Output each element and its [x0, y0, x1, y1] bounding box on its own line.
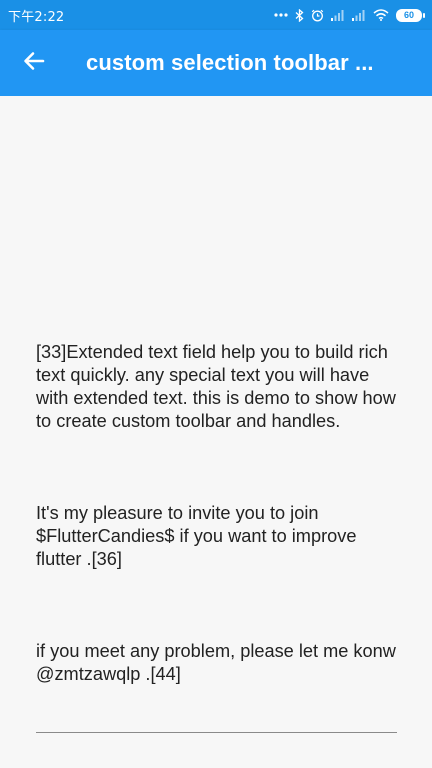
status-time: 下午2:22 [8, 9, 65, 25]
status-bar: 下午2:22 60 [0, 0, 432, 30]
text-paragraph-1: [33]Extended text field help you to buil… [36, 342, 401, 431]
battery-icon: 60 [396, 8, 425, 22]
back-button[interactable] [0, 30, 68, 96]
status-icons: 60 [274, 8, 425, 22]
wifi-icon [373, 9, 389, 21]
signal-icon [331, 9, 345, 21]
page-title: custom selection toolbar ... [86, 50, 374, 75]
main-content: [33]Extended text field help you to buil… [0, 96, 432, 768]
signal-icon-2 [352, 9, 366, 21]
extended-text-field[interactable]: [33]Extended text field help you to buil… [36, 295, 397, 733]
alarm-icon [311, 9, 324, 22]
battery-level: 60 [403, 10, 414, 20]
arrow-back-icon [23, 50, 45, 77]
bluetooth-icon [295, 8, 304, 22]
text-paragraph-3: if you meet any problem, please let me k… [36, 641, 401, 684]
text-paragraph-2: It's my pleasure to invite you to join $… [36, 503, 362, 569]
app-bar: custom selection toolbar ... [0, 30, 432, 96]
more-dots-icon [274, 13, 288, 17]
text-field-content: [33]Extended text field help you to buil… [36, 295, 397, 732]
